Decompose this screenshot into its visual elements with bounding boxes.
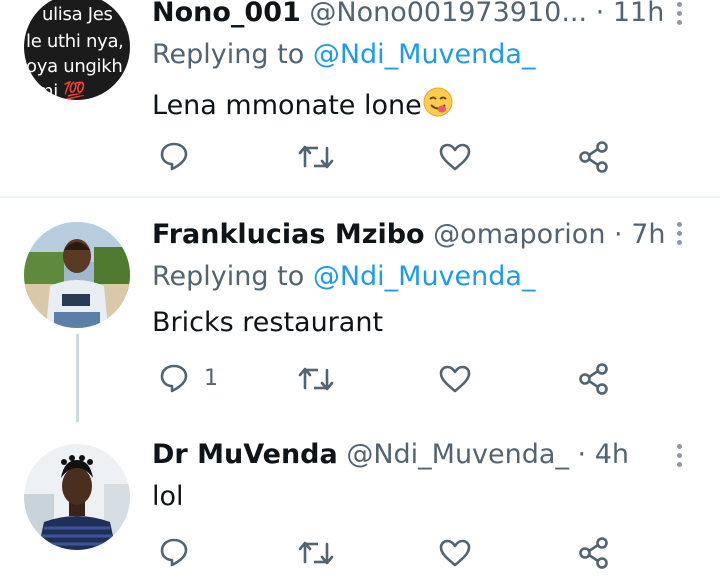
user-handle[interactable]: @Nono001973910... — [309, 0, 587, 28]
avatar-caption-line: ulisa Jes — [42, 4, 113, 25]
emoji-yum-icon — [422, 86, 454, 125]
reply-count: 1 — [204, 365, 218, 391]
tweet-header: Nono_001 @Nono001973910... · 11h — [152, 0, 664, 28]
display-name[interactable]: Franklucias Mzibo — [152, 219, 425, 250]
tweet-text: lol — [152, 482, 184, 512]
separator-dot: · — [614, 219, 623, 250]
tweet-text: Bricks restaurant — [152, 308, 383, 338]
retweet-button[interactable] — [298, 142, 334, 172]
replying-to: Replying to @Ndi_Muvenda_ — [152, 40, 535, 70]
timestamp[interactable]: 11h — [613, 0, 664, 28]
reply-button[interactable]: 1 — [158, 362, 218, 394]
share-button[interactable] — [578, 140, 612, 174]
reply-button[interactable] — [158, 536, 204, 568]
retweet-button[interactable] — [298, 364, 334, 394]
avatar[interactable] — [24, 222, 130, 328]
tweet-nono[interactable]: ulisa Jes le uthi nya, oya ungikh mi 💯 N… — [0, 0, 720, 196]
separator-dot: · — [577, 439, 587, 470]
heart-icon — [439, 365, 471, 393]
tweet-header: Dr MuVenda @Ndi_Muvenda_ · 4h — [152, 440, 629, 470]
reply-icon — [160, 364, 188, 393]
display-name[interactable]: Dr MuVenda — [152, 439, 338, 470]
more-vertical-icon[interactable] — [674, 0, 684, 28]
more-vertical-icon[interactable] — [674, 442, 684, 470]
tweet-franklucias[interactable]: Franklucias Mzibo @omaporion · 7h Replyi… — [0, 198, 720, 426]
share-icon — [579, 363, 608, 395]
retweet-icon — [298, 541, 334, 565]
like-button[interactable] — [438, 142, 472, 172]
avatar[interactable]: ulisa Jes le uthi nya, oya ungikh mi 💯 — [24, 0, 130, 100]
user-handle[interactable]: @Ndi_Muvenda_ — [346, 439, 569, 470]
replying-to-mention[interactable]: @Ndi_Muvenda_ — [313, 39, 536, 70]
separator-dot: · — [595, 0, 605, 28]
avatar-caption-line: oya ungikh — [26, 56, 123, 77]
share-icon — [579, 141, 608, 173]
tweet-text-content: lol — [152, 481, 184, 512]
replying-to-label: Replying to — [152, 261, 305, 292]
tweet-text-content: Lena mmonate lone — [152, 90, 422, 121]
retweet-icon — [298, 367, 334, 391]
timestamp[interactable]: 7h — [631, 219, 665, 250]
reply-icon — [160, 538, 188, 567]
more-vertical-icon[interactable] — [674, 220, 684, 248]
share-icon — [579, 537, 608, 569]
reply-button[interactable] — [158, 140, 204, 172]
replying-to-mention[interactable]: @Ndi_Muvenda_ — [313, 261, 536, 292]
tweet-header: Franklucias Mzibo @omaporion · 7h — [152, 220, 666, 250]
tweet-text: Lena mmonate lone — [152, 86, 454, 125]
thread-line — [76, 334, 79, 422]
share-button[interactable] — [578, 536, 612, 570]
display-name[interactable]: Nono_001 — [152, 0, 301, 28]
share-button[interactable] — [578, 362, 612, 396]
retweet-button[interactable] — [298, 538, 334, 568]
replying-to-label: Replying to — [152, 39, 305, 70]
reply-icon — [160, 142, 188, 171]
tweet-text-content: Bricks restaurant — [152, 307, 384, 338]
retweet-icon — [298, 145, 334, 169]
avatar[interactable] — [24, 444, 130, 550]
replying-to: Replying to @Ndi_Muvenda_ — [152, 262, 535, 292]
heart-icon — [439, 539, 471, 567]
like-button[interactable] — [438, 538, 472, 568]
like-button[interactable] — [438, 364, 472, 394]
user-handle[interactable]: @omaporion — [433, 219, 605, 250]
heart-icon — [439, 143, 471, 171]
timestamp[interactable]: 4h — [595, 439, 629, 470]
avatar-caption-line: mi 💯 — [36, 81, 86, 100]
tweet-drmuvenda[interactable]: Dr MuVenda @Ndi_Muvenda_ · 4h lol — [0, 426, 720, 580]
avatar-caption-line: le uthi nya, — [26, 31, 124, 52]
